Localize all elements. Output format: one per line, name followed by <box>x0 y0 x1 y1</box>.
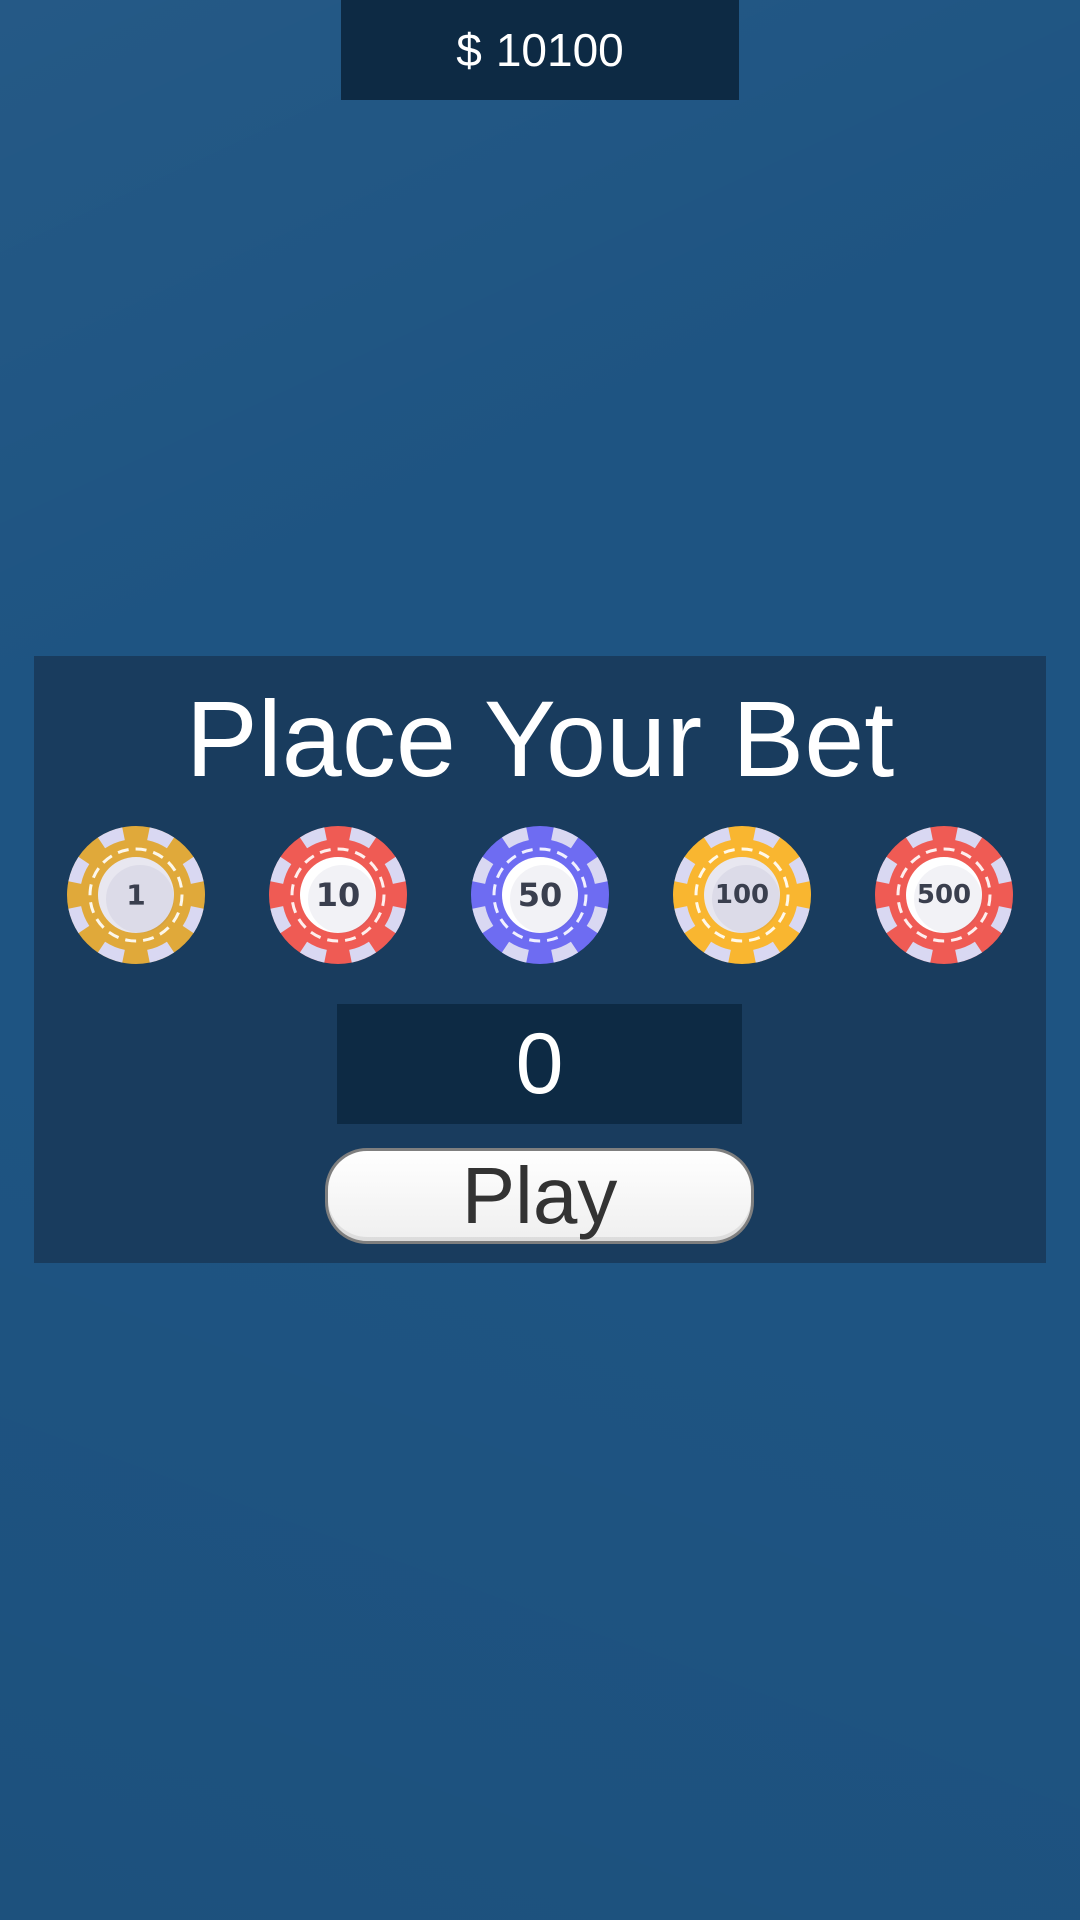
chip-10-button[interactable]: 10 <box>268 825 408 965</box>
chip-50-button[interactable]: 50 <box>470 825 610 965</box>
chip-1-button[interactable]: 1 <box>66 825 206 965</box>
bet-amount-display: 0 <box>337 1004 742 1124</box>
chip-500-button[interactable]: 500 <box>874 825 1014 965</box>
chip-500-label: 500 <box>916 880 972 910</box>
chip-100-label: 100 <box>714 880 770 910</box>
bet-panel: Place Your Bet 1 10 50 100 500 0 Play <box>34 656 1046 1263</box>
chip-10-label: 10 <box>315 876 361 914</box>
chip-100-button[interactable]: 100 <box>672 825 812 965</box>
balance-display: $10100 <box>341 0 739 100</box>
bet-panel-title: Place Your Bet <box>185 678 895 799</box>
play-button[interactable]: Play <box>325 1148 754 1244</box>
balance-currency: $ <box>456 24 482 76</box>
balance-amount: 10100 <box>495 24 624 76</box>
chip-1-label: 1 <box>126 878 146 912</box>
chip-row: 1 10 50 100 500 <box>34 825 1046 965</box>
chip-50-label: 50 <box>517 876 563 914</box>
